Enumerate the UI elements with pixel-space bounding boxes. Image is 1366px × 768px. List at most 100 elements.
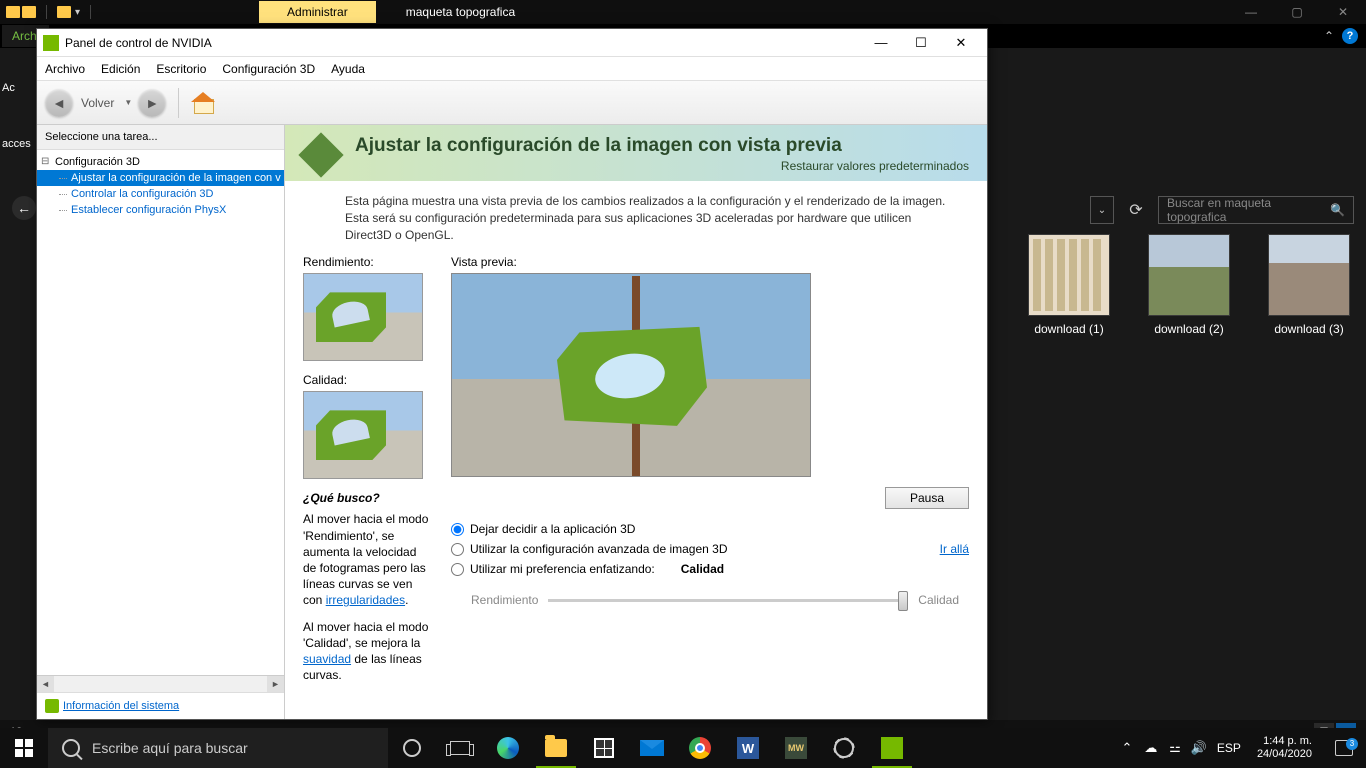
minimize-button[interactable]: — xyxy=(861,31,901,55)
nvidia-icon xyxy=(43,35,59,51)
file-thumbnail xyxy=(1028,234,1110,316)
maximize-button[interactable]: ☐ xyxy=(901,31,941,55)
quality-thumbnail xyxy=(303,391,423,479)
task-view-button[interactable] xyxy=(436,728,484,768)
taskbar: Escribe aquí para buscar W MW ⌃ ☁ ⚍ 🔊 ES… xyxy=(0,728,1366,768)
action-center-button[interactable]: 3 xyxy=(1322,740,1366,756)
tree-item-adjust-image[interactable]: Ajustar la configuración de la imagen co… xyxy=(37,170,284,186)
restore-defaults-link[interactable]: Restaurar valores predeterminados xyxy=(355,159,969,173)
cortana-button[interactable] xyxy=(388,728,436,768)
preview-3d-viewport xyxy=(451,273,811,477)
menu-archivo[interactable]: Archivo xyxy=(45,62,85,76)
nvidia-control-panel-window: Panel de control de NVIDIA — ☐ ✕ Archivo… xyxy=(36,28,988,720)
address-dropdown[interactable]: ⌄ xyxy=(1090,196,1114,224)
label-preview: Vista previa: xyxy=(451,255,969,269)
tree-node-config-3d[interactable]: Configuración 3D xyxy=(37,154,284,170)
windows-icon xyxy=(15,739,33,757)
pause-button[interactable]: Pausa xyxy=(885,487,969,509)
expand-ribbon-icon[interactable]: ⌃ xyxy=(1324,29,1334,43)
radio-advanced[interactable]: Utilizar la configuración avanzada de im… xyxy=(451,539,969,559)
ribbon-tab-admin[interactable]: Administrar xyxy=(259,1,376,23)
sidebar-header: Seleccione una tarea... xyxy=(37,125,284,150)
taskbar-search-input[interactable]: Escribe aquí para buscar xyxy=(48,728,388,768)
clock[interactable]: 1:44 p. m. 24/04/2020 xyxy=(1247,735,1322,761)
system-info-link[interactable]: Información del sistema xyxy=(37,692,284,719)
file-thumbnail xyxy=(1148,234,1230,316)
back-button[interactable]: ◄ xyxy=(45,89,73,117)
file-item[interactable]: download (1) xyxy=(1024,234,1114,350)
close-button[interactable]: ✕ xyxy=(941,31,981,55)
info-icon xyxy=(45,699,59,713)
explorer-window-title: maqueta topografica xyxy=(406,5,515,19)
label-rendimiento: Rendimiento: xyxy=(303,255,433,269)
folder-icon[interactable] xyxy=(22,6,36,18)
volume-icon[interactable]: 🔊 xyxy=(1187,740,1211,756)
file-thumbnail xyxy=(1268,234,1350,316)
search-icon: 🔍 xyxy=(1330,203,1345,217)
radio-app-decide[interactable]: Dejar decidir a la aplicación 3D xyxy=(451,519,969,539)
content-pane: Ajustar la configuración de la imagen co… xyxy=(285,125,987,719)
taskbar-app-chrome[interactable] xyxy=(676,728,724,768)
folder-icon[interactable] xyxy=(6,6,20,18)
close-button[interactable]: ✕ xyxy=(1320,0,1366,24)
taskbar-app-edge[interactable] xyxy=(484,728,532,768)
slider-thumb[interactable] xyxy=(898,591,908,611)
forward-button[interactable]: ► xyxy=(138,89,166,117)
task-tree: Configuración 3D Ajustar la configuració… xyxy=(37,150,284,675)
window-title: Panel de control de NVIDIA xyxy=(65,36,212,50)
banner-icon xyxy=(299,133,343,177)
back-label: Volver xyxy=(81,96,114,110)
taskbar-app-mw[interactable]: MW xyxy=(772,728,820,768)
sidebar: Seleccione una tarea... Configuración 3D… xyxy=(37,125,285,719)
system-tray: ⌃ ☁ ⚍ 🔊 ESP 1:44 p. m. 24/04/2020 3 xyxy=(1115,728,1366,768)
horizontal-scrollbar[interactable]: ◄► xyxy=(37,675,284,692)
file-grid: 7.5 c download (1) download (2) download… xyxy=(1054,234,1354,350)
minimize-button[interactable]: — xyxy=(1228,0,1274,24)
page-title: Ajustar la configuración de la imagen co… xyxy=(355,135,969,157)
link-irregularidades[interactable]: irregularidades xyxy=(326,593,405,607)
nvidia-titlebar[interactable]: Panel de control de NVIDIA — ☐ ✕ xyxy=(37,29,987,57)
menubar: Archivo Edición Escritorio Configuración… xyxy=(37,57,987,81)
start-button[interactable] xyxy=(0,728,48,768)
quality-slider[interactable]: Rendimiento Calidad xyxy=(451,579,969,617)
menu-ayuda[interactable]: Ayuda xyxy=(331,62,365,76)
file-item[interactable]: download (2) xyxy=(1144,234,1234,350)
refresh-icon[interactable]: ⟳ xyxy=(1122,196,1150,224)
menu-edicion[interactable]: Edición xyxy=(101,62,140,76)
tray-overflow-icon[interactable]: ⌃ xyxy=(1115,740,1139,756)
home-icon[interactable] xyxy=(191,92,215,114)
help-text: ¿Qué busco? Al mover hacia el modo 'Rend… xyxy=(303,491,433,683)
file-item[interactable]: download (3) xyxy=(1264,234,1354,350)
preference-value: Calidad xyxy=(681,562,724,576)
performance-thumbnail xyxy=(303,273,423,361)
explorer-search-input[interactable]: Buscar en maqueta topografica 🔍 xyxy=(1158,196,1354,224)
tree-item-physx[interactable]: Establecer configuración PhysX xyxy=(37,202,284,218)
taskbar-app-mail[interactable] xyxy=(628,728,676,768)
folder-icon[interactable] xyxy=(57,6,71,18)
taskbar-app-nvidia[interactable] xyxy=(868,728,916,768)
menu-config-3d[interactable]: Configuración 3D xyxy=(222,62,315,76)
wifi-icon[interactable]: ⚍ xyxy=(1163,740,1187,756)
chevron-down-icon[interactable]: ▾ xyxy=(75,7,80,18)
back-button[interactable]: ← xyxy=(12,196,36,220)
notification-badge: 3 xyxy=(1346,738,1358,750)
onedrive-icon[interactable]: ☁ xyxy=(1139,740,1163,756)
maximize-button[interactable]: ▢ xyxy=(1274,0,1320,24)
help-icon[interactable]: ? xyxy=(1342,28,1358,44)
radio-my-preference[interactable]: Utilizar mi preferencia enfatizando: Cal… xyxy=(451,559,969,579)
explorer-titlebar: ▾ Administrar maqueta topografica — ▢ ✕ xyxy=(0,0,1366,24)
chevron-down-icon[interactable]: ▼ xyxy=(124,98,132,107)
taskbar-app-settings[interactable] xyxy=(820,728,868,768)
link-ir-alla[interactable]: Ir allá xyxy=(940,542,969,556)
toolbar: ◄ Volver ▼ ► xyxy=(37,81,987,125)
language-indicator[interactable]: ESP xyxy=(1211,741,1247,755)
taskbar-app-explorer[interactable] xyxy=(532,728,580,768)
link-suavidad[interactable]: suavidad xyxy=(303,652,351,666)
page-banner: Ajustar la configuración de la imagen co… xyxy=(285,125,987,181)
page-description: Esta página muestra una vista previa de … xyxy=(285,181,987,255)
search-icon xyxy=(62,739,80,757)
menu-escritorio[interactable]: Escritorio xyxy=(156,62,206,76)
taskbar-app-store[interactable] xyxy=(580,728,628,768)
taskbar-app-word[interactable]: W xyxy=(724,728,772,768)
tree-item-manage-3d[interactable]: Controlar la configuración 3D xyxy=(37,186,284,202)
